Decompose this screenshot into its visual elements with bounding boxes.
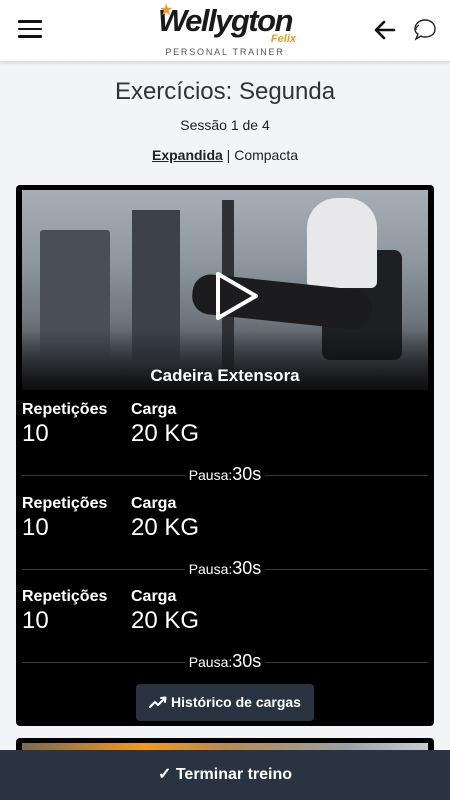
reps-label: Repetições [22, 495, 108, 512]
reps-label: Repetições [22, 588, 108, 605]
brand-logo: ★ Wellygton Felix PERSONAL TRAINER [150, 2, 300, 60]
pause-info: Pausa:30s [22, 464, 428, 485]
load-label: Carga [131, 588, 177, 605]
page-title: Exercícios: Segunda [114, 78, 336, 105]
exercise-card: Cadeira Extensora Repetições 10 Carga 20… [16, 185, 434, 726]
logo-surname: Felix [270, 33, 296, 45]
pause-label: Pausa: [184, 654, 233, 670]
pause-info: Pausa:30s [22, 558, 428, 579]
reps-value: 10 [22, 420, 49, 447]
set-row: Repetições 10 Carga 20 KG Pausa:30s [22, 495, 428, 585]
hamburger-menu-icon[interactable] [18, 20, 42, 40]
load-value: 20 KG [131, 420, 200, 447]
view-separator: | [226, 147, 231, 163]
set-row: Repetições 10 Carga 20 KG Pausa:30s [22, 401, 428, 491]
load-history-label: Histórico de cargas [171, 694, 301, 710]
pause-value: 30s [232, 464, 266, 484]
chat-bubble-icon[interactable] [410, 16, 438, 44]
pause-value: 30s [232, 558, 266, 578]
load-label: Carga [131, 495, 177, 512]
pause-label: Pausa: [184, 467, 233, 483]
session-indicator: Sessão 1 de 4 [180, 117, 270, 133]
load-label: Carga [131, 401, 177, 418]
view-compact-link[interactable]: Compacta [234, 147, 298, 163]
app-header: ★ Wellygton Felix PERSONAL TRAINER [0, 0, 450, 62]
set-row: Repetições 10 Carga 20 KG Pausa:30s [22, 588, 428, 678]
logo-subtitle: PERSONAL TRAINER [165, 47, 285, 57]
view-mode-toggle: Expandida | Compacta [0, 147, 450, 163]
view-expanded-link[interactable]: Expandida [152, 147, 223, 163]
reps-label: Repetições [22, 401, 108, 418]
load-history-button[interactable]: Histórico de cargas [136, 684, 314, 721]
back-arrow-icon[interactable] [372, 16, 398, 44]
reps-value: 10 [22, 607, 49, 634]
load-value: 20 KG [131, 514, 200, 541]
reps-value: 10 [22, 514, 49, 541]
trending-up-icon [149, 696, 167, 708]
pause-info: Pausa:30s [22, 651, 428, 672]
play-icon[interactable] [206, 268, 262, 324]
finish-workout-button[interactable]: ✓ Terminar treino [0, 750, 450, 800]
pause-value: 30s [232, 651, 266, 671]
pause-label: Pausa: [184, 561, 233, 577]
exercise-name: Cadeira Extensora [150, 366, 300, 385]
exercise-video[interactable]: Cadeira Extensora [22, 190, 428, 390]
star-icon: ★ [159, 2, 174, 19]
load-value: 20 KG [131, 607, 200, 634]
